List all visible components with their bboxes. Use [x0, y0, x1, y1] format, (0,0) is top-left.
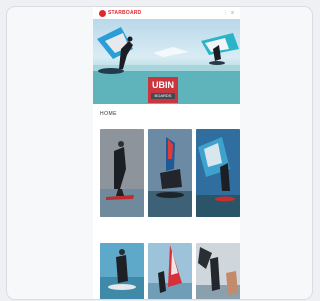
red-foil-jump-image: [148, 129, 192, 217]
red-foil-jump-photo[interactable]: [148, 129, 192, 217]
hero-badge[interactable]: UBIN BOARDS: [148, 77, 178, 103]
red-sail-windsurf-image: [148, 243, 192, 299]
mobile-page-preview[interactable]: STARBOARD ⋮ ≡ UBIN BOARDS HOME: [93, 7, 240, 299]
wing-foil-rider-image: [100, 129, 144, 217]
kite-rider-image: [196, 243, 240, 299]
kite-rider-photo[interactable]: [196, 243, 240, 299]
hero-badge-title: UBIN: [152, 80, 174, 90]
top-bar: STARBOARD ⋮ ≡: [93, 7, 240, 19]
preview-card: STARBOARD ⋮ ≡ UBIN BOARDS HOME: [6, 6, 313, 300]
red-sail-windsurf-photo[interactable]: [148, 243, 192, 299]
hero-badge-subtitle: BOARDS: [151, 93, 175, 99]
hero-banner[interactable]: UBIN BOARDS: [93, 19, 240, 104]
blue-sky-wing-photo[interactable]: [196, 129, 240, 217]
left-rider-head: [127, 36, 133, 42]
right-board: [209, 61, 225, 65]
menu-icon[interactable]: ⋮ ≡: [223, 10, 235, 16]
brand-logo-text[interactable]: STARBOARD: [108, 10, 141, 17]
wing-foil-rider-photo[interactable]: [100, 129, 144, 217]
blue-sky-wing-image: [196, 129, 240, 217]
cloud: [153, 47, 189, 57]
brand-logo-icon[interactable]: [99, 10, 106, 17]
sup-paddler-photo[interactable]: [100, 243, 144, 299]
section-title: HOME: [100, 111, 117, 117]
sup-paddler-image: [100, 243, 144, 299]
